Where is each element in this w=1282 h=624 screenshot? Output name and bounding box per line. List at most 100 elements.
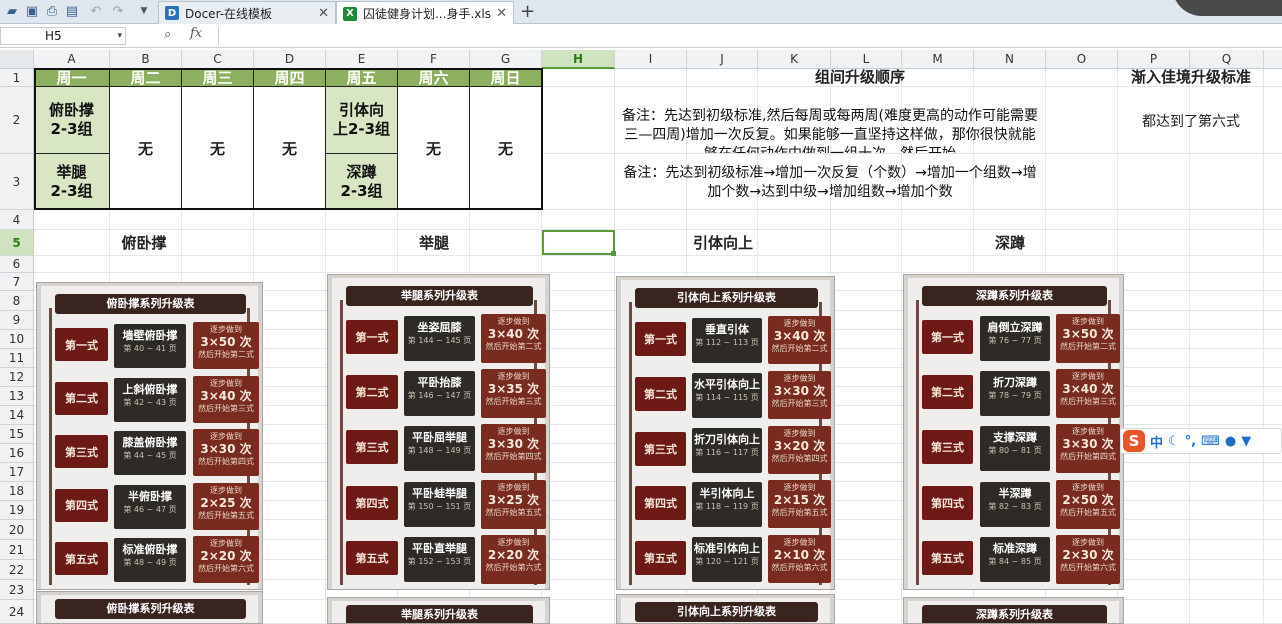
day-header-wed[interactable]: 周三 — [182, 68, 254, 87]
column-header-k[interactable]: K — [758, 50, 831, 69]
group-order-title[interactable]: 组间升级顺序 — [760, 68, 960, 87]
day-header-thu[interactable]: 周四 — [254, 68, 326, 87]
tab-workbook[interactable]: X 囚徒健身计划...身手.xls ✕ — [336, 1, 514, 25]
fx-icon[interactable]: fx — [190, 26, 202, 41]
row-header-17[interactable]: 17 — [0, 463, 34, 482]
mastery-text[interactable]: 都达到了第六式 — [1118, 111, 1264, 131]
print-icon[interactable]: ⎙ — [44, 3, 60, 19]
saturday-rest[interactable]: 无 — [398, 87, 470, 210]
sogou-logo-icon[interactable]: S — [1123, 430, 1145, 452]
column-header-l[interactable]: L — [831, 50, 902, 69]
row-header-9[interactable]: 9 — [0, 311, 34, 330]
close-icon[interactable]: ✕ — [496, 6, 507, 21]
progression-chart-image-copy[interactable]: 引体向上系列升级表 — [616, 594, 835, 624]
customize-toolbar-chevron-icon[interactable]: ▼ — [136, 3, 152, 19]
monday-exercise-pushup[interactable]: 俯卧撑 2-3组 — [34, 87, 110, 154]
group-order-note-2[interactable]: 备注：先达到初级标准→增加一次反复（个数）→增加一个组数→增加个数→达到中级→增… — [618, 164, 1042, 204]
wednesday-rest[interactable]: 无 — [182, 87, 254, 210]
progression-chart-image-copy[interactable]: 深蹲系列升级表 — [903, 597, 1124, 624]
column-header-q[interactable]: Q — [1190, 50, 1264, 69]
row-header-12[interactable]: 12 — [0, 368, 34, 387]
print-preview-icon[interactable]: ▤ — [64, 3, 80, 19]
monday-exercise-legraise[interactable]: 举腿 2-3组 — [34, 154, 110, 210]
progression-chart-image[interactable]: 俯卧撑系列升级表 第一式 墙壁俯卧撑第 40 ~ 41 页逐步做到 3×50 次然后开… — [36, 282, 263, 590]
moon-icon[interactable]: ☾ — [1168, 434, 1180, 449]
open-folder-icon[interactable]: ▰ — [4, 3, 20, 19]
tuesday-rest[interactable]: 无 — [110, 87, 182, 210]
row-header-15[interactable]: 15 — [0, 425, 34, 444]
row-header-13[interactable]: 13 — [0, 387, 34, 406]
progression-chart-image-copy[interactable]: 俯卧撑系列升级表 — [36, 591, 263, 624]
row-header-22[interactable]: 22 — [0, 560, 34, 580]
new-tab-plus-icon[interactable]: + — [520, 1, 535, 22]
section-title-pullup[interactable]: 引体向上 — [615, 232, 831, 253]
section-title-squat[interactable]: 深蹲 — [902, 232, 1118, 253]
progression-chart-image[interactable]: 深蹲系列升级表 第一式 肩倒立深蹲第 76 ~ 77 页逐步做到 3×50 次然后开始… — [903, 274, 1124, 590]
select-all-corner[interactable] — [0, 50, 34, 69]
row-header-10[interactable]: 10 — [0, 330, 34, 349]
progression-chart-image[interactable]: 引体向上系列升级表 第一式 垂直引体第 112 ~ 113 页逐步做到 3×40 次然… — [616, 276, 835, 590]
close-icon[interactable]: ✕ — [318, 6, 329, 21]
thursday-rest[interactable]: 无 — [254, 87, 326, 210]
column-header-i[interactable]: I — [615, 50, 687, 69]
row-header-24[interactable]: 24 — [0, 600, 34, 624]
row-header-23[interactable]: 23 — [0, 580, 34, 600]
row-header-2[interactable]: 2 — [0, 87, 34, 154]
save-icon[interactable]: ▣ — [24, 3, 40, 19]
zoom-search-icon[interactable]: ⌕ — [164, 27, 171, 42]
sunday-rest[interactable]: 无 — [470, 87, 542, 210]
skin-shirt-icon[interactable]: ▼ — [1241, 434, 1251, 449]
day-header-sun[interactable]: 周日 — [470, 68, 542, 87]
row-header-5[interactable]: 5 — [0, 230, 34, 256]
column-header-m[interactable]: M — [902, 50, 974, 69]
active-cell-selection[interactable] — [542, 230, 615, 255]
column-header-p[interactable]: P — [1118, 50, 1190, 69]
user-icon[interactable]: ● — [1225, 434, 1236, 449]
ime-toolbar[interactable]: S 中 ☾ °, ⌨ ● ▼ — [1120, 428, 1282, 454]
column-header-j[interactable]: J — [687, 50, 758, 69]
punctuation-icon[interactable]: °, — [1185, 434, 1196, 449]
move-name: 半深蹲 — [998, 486, 1032, 500]
section-title-pushup[interactable]: 俯卧撑 — [34, 232, 254, 253]
row-header-16[interactable]: 16 — [0, 444, 34, 463]
row-header-8[interactable]: 8 — [0, 291, 34, 311]
row-header-18[interactable]: 18 — [0, 482, 34, 501]
day-header-sat[interactable]: 周六 — [398, 68, 470, 87]
friday-exercise-pullup[interactable]: 引体向 上2-3组 — [326, 87, 398, 154]
move-pages: 第 120 ~ 121 页 — [695, 557, 759, 567]
board-rail — [49, 308, 52, 585]
progression-chart-image[interactable]: 举腿系列升级表 第一式 坐姿屈膝第 144 ~ 145 页逐步做到 3×40 次然后开… — [327, 274, 550, 590]
move-pages: 第 148 ~ 149 页 — [407, 446, 472, 456]
undo-icon[interactable]: ↶ — [88, 3, 104, 19]
progression-chart-image-copy[interactable]: 举腿系列升级表 — [327, 597, 550, 624]
column-header-o[interactable]: O — [1046, 50, 1118, 69]
row-header-6[interactable]: 6 — [0, 256, 34, 273]
formula-input[interactable] — [218, 27, 1280, 45]
row-header-1[interactable]: 1 — [0, 69, 34, 87]
row-header-3[interactable]: 3 — [0, 154, 34, 210]
tab-docer[interactable]: D Docer-在线模板 ✕ — [158, 1, 336, 24]
fill-handle[interactable] — [611, 251, 616, 256]
row-header-11[interactable]: 11 — [0, 349, 34, 368]
column-header-h[interactable]: H — [542, 50, 615, 69]
name-box[interactable]: H5 ▾ — [0, 27, 126, 45]
day-header-mon[interactable]: 周一 — [34, 68, 110, 87]
chevron-down-icon[interactable]: ▾ — [117, 28, 122, 44]
keyboard-icon[interactable]: ⌨ — [1201, 434, 1220, 449]
day-header-fri[interactable]: 周五 — [326, 68, 398, 87]
row-header-19[interactable]: 19 — [0, 501, 34, 520]
friday-exercise-squat[interactable]: 深蹲 2-3组 — [326, 154, 398, 210]
section-title-legraise[interactable]: 举腿 — [326, 232, 542, 253]
column-header-n[interactable]: N — [974, 50, 1046, 69]
mastery-title[interactable]: 渐入佳境升级标准 — [1118, 68, 1264, 87]
move-pages: 第 80 ~ 81 页 — [988, 446, 1042, 456]
ime-language-label[interactable]: 中 — [1150, 432, 1163, 451]
day-header-tue[interactable]: 周二 — [110, 68, 182, 87]
row-header-4[interactable]: 4 — [0, 210, 34, 230]
row-header-14[interactable]: 14 — [0, 406, 34, 425]
group-order-note-1[interactable]: 备注：先达到初级标准,然后每周或每两周(难度更高的动作可能需要三—四周)增加一次… — [618, 107, 1042, 153]
row-header-20[interactable]: 20 — [0, 520, 34, 540]
row-header-7[interactable]: 7 — [0, 273, 34, 291]
redo-icon[interactable]: ↷ — [110, 3, 126, 19]
row-header-21[interactable]: 21 — [0, 540, 34, 560]
